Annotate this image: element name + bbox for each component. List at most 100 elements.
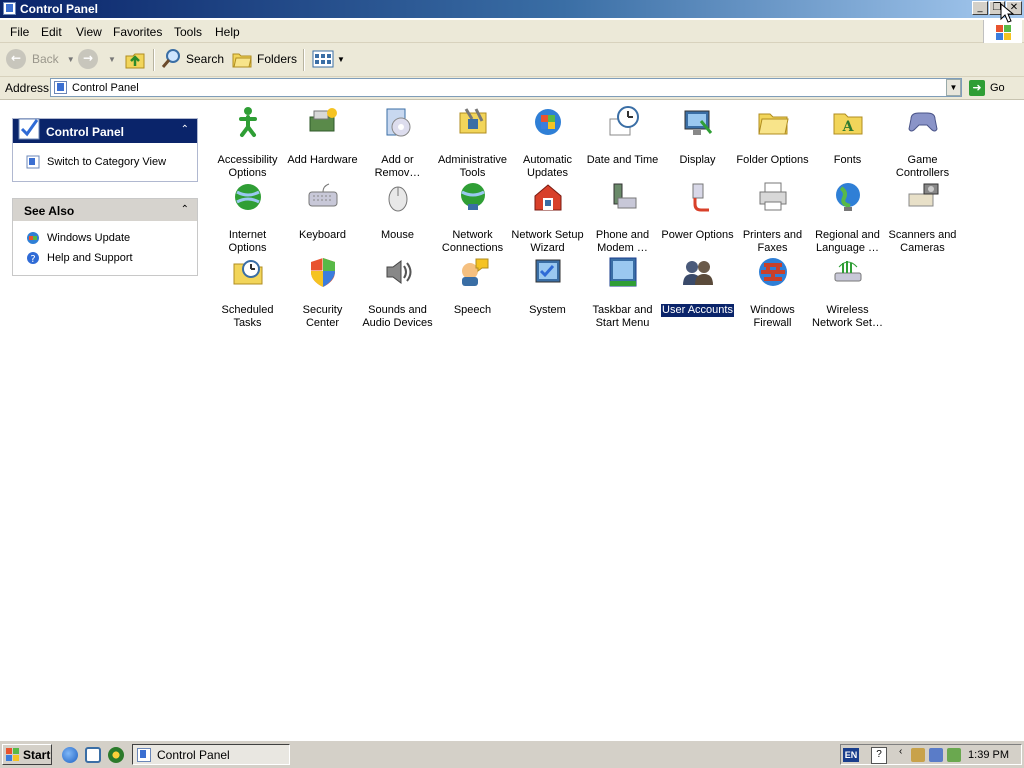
control-panel-item[interactable]: Network Setup Wizard <box>510 180 585 255</box>
views-icon <box>312 50 334 68</box>
help-and-support-link[interactable]: Help and Support <box>47 252 133 264</box>
see-also-header[interactable]: See Also ⌃ <box>13 199 197 221</box>
control-panel-item[interactable]: Automatic Updates <box>510 105 585 180</box>
control-panel-item-label: Phone and Modem … <box>595 229 650 254</box>
control-panel-item-label: Regional and Language … <box>815 229 880 254</box>
power-options-icon <box>681 180 715 214</box>
control-panel-item-label: Wireless Network Set… <box>812 304 883 329</box>
switch-to-category-view-link[interactable]: Switch to Category View <box>47 156 166 168</box>
forward-dropdown-icon[interactable]: ▼ <box>108 55 116 64</box>
control-panel-item[interactable]: Accessibility Options <box>210 105 285 180</box>
control-panel-item[interactable]: Phone and Modem … <box>585 180 660 255</box>
control-panel-item[interactable]: Mouse <box>360 180 435 242</box>
forward-arrow-icon: → <box>78 49 98 69</box>
up-folder-icon <box>125 53 145 69</box>
control-panel-item-label: Add or Remov… <box>374 154 421 179</box>
views-dropdown-icon: ▼ <box>337 54 345 64</box>
collapse-icon[interactable]: ⌃ <box>181 124 189 135</box>
menu-file[interactable]: File <box>10 25 29 39</box>
add-remove-programs-icon <box>381 105 415 139</box>
control-panel-item[interactable]: Power Options <box>660 180 735 242</box>
address-dropdown-button[interactable]: ▼ <box>946 79 961 96</box>
back-label: Back <box>32 52 59 66</box>
menu-edit[interactable]: Edit <box>41 25 62 39</box>
control-panel-item[interactable]: System <box>510 255 585 317</box>
fonts-icon: A <box>831 105 865 139</box>
security-center-icon <box>306 255 340 289</box>
address-input[interactable]: Control Panel <box>50 78 962 97</box>
control-panel-item[interactable]: Add or Remov… <box>360 105 435 180</box>
control-panel-item[interactable]: Display <box>660 105 735 167</box>
internet-explorer-icon[interactable] <box>62 747 78 763</box>
show-desktop-icon[interactable] <box>85 747 101 763</box>
control-panel-item[interactable]: A Fonts <box>810 105 885 167</box>
control-panel-item[interactable]: Printers and Faxes <box>735 180 810 255</box>
folders-icon <box>232 53 252 68</box>
control-panel-item[interactable]: Scheduled Tasks <box>210 255 285 330</box>
menu-help[interactable]: Help <box>215 25 240 39</box>
control-panel-item[interactable]: Network Connections <box>435 180 510 255</box>
control-panel-item[interactable]: Internet Options <box>210 180 285 255</box>
control-panel-item[interactable]: Speech <box>435 255 510 317</box>
tray-app-icon[interactable] <box>947 748 961 762</box>
taskbar-icon <box>606 255 640 289</box>
control-panel-item[interactable]: Windows Firewall <box>735 255 810 330</box>
network-tray-icon[interactable] <box>929 748 943 762</box>
control-panel-item[interactable]: Game Controllers <box>885 105 960 180</box>
control-panel-item[interactable]: Security Center <box>285 255 360 330</box>
windows-update-icon <box>27 232 39 244</box>
start-button[interactable]: Start <box>2 744 52 765</box>
up-folder-button[interactable] <box>124 48 146 70</box>
control-panel-pane-icon <box>18 118 40 140</box>
address-bar: Address Control Panel ▼ ➜ Go <box>0 77 1024 100</box>
title-bar[interactable]: Control Panel _ ❐ ✕ <box>0 0 1024 18</box>
search-button[interactable]: Search <box>160 48 224 70</box>
media-player-icon[interactable] <box>108 747 124 763</box>
control-panel-item[interactable]: User Accounts <box>660 255 735 317</box>
control-panel-item-label: Sounds and Audio Devices <box>362 304 433 329</box>
go-button[interactable]: ➜ Go <box>969 79 1005 97</box>
speech-icon <box>456 255 490 289</box>
control-panel-item[interactable]: Scanners and Cameras <box>885 180 960 255</box>
svg-text:?: ? <box>30 254 35 265</box>
windows-update-link[interactable]: Windows Update <box>47 232 130 244</box>
taskbar-button-control-panel[interactable]: Control Panel <box>132 744 290 765</box>
control-panel-item[interactable]: Wireless Network Set… <box>810 255 885 330</box>
collapse-icon[interactable]: ⌃ <box>181 204 189 215</box>
control-panel-item-label: Taskbar and Start Menu <box>592 304 653 329</box>
sounds-icon <box>381 255 415 289</box>
tray-expand-icon[interactable]: ‹ <box>899 746 902 757</box>
control-panel-item[interactable]: Keyboard <box>285 180 360 242</box>
control-panel-item[interactable]: Add Hardware <box>285 105 360 167</box>
menu-tools[interactable]: Tools <box>174 25 202 39</box>
tray-app-icon[interactable] <box>911 748 925 762</box>
control-panel-item-label: Network Connections <box>441 229 504 254</box>
go-label: Go <box>990 82 1005 94</box>
minimize-button[interactable]: _ <box>972 1 988 15</box>
back-button[interactable]: ← Back ▼ <box>6 48 75 70</box>
control-panel-item[interactable]: Date and Time <box>585 105 660 167</box>
go-arrow-icon: ➜ <box>969 80 985 96</box>
clock[interactable]: 1:39 PM <box>968 749 1009 761</box>
search-icon <box>161 49 180 68</box>
language-indicator[interactable]: EN <box>843 748 859 762</box>
control-panel-item[interactable]: Administrative Tools <box>435 105 510 180</box>
back-dropdown-icon[interactable]: ▼ <box>67 55 75 64</box>
views-button[interactable]: ▼ <box>312 48 345 70</box>
control-panel-item[interactable]: Regional and Language … <box>810 180 885 255</box>
firewall-icon <box>756 255 790 289</box>
control-panel-item[interactable]: Taskbar and Start Menu <box>585 255 660 330</box>
control-panel-item[interactable]: Sounds and Audio Devices <box>360 255 435 330</box>
control-panel-pane-header[interactable]: Control Panel ⌃ <box>13 118 197 143</box>
folders-button[interactable]: Folders <box>231 48 297 70</box>
administrative-tools-icon <box>456 105 490 139</box>
address-value: Control Panel <box>72 82 139 94</box>
help-icon[interactable]: ? <box>871 747 887 764</box>
menu-favorites[interactable]: Favorites <box>113 25 162 39</box>
menu-view[interactable]: View <box>76 25 102 39</box>
control-panel-item-label: Folder Options <box>736 154 809 166</box>
control-panel-icon <box>137 747 151 762</box>
control-panel-item-label: Network Setup Wizard <box>511 229 584 254</box>
control-panel-item[interactable]: Folder Options <box>735 105 810 167</box>
forward-button[interactable]: → ▼ <box>78 48 116 70</box>
